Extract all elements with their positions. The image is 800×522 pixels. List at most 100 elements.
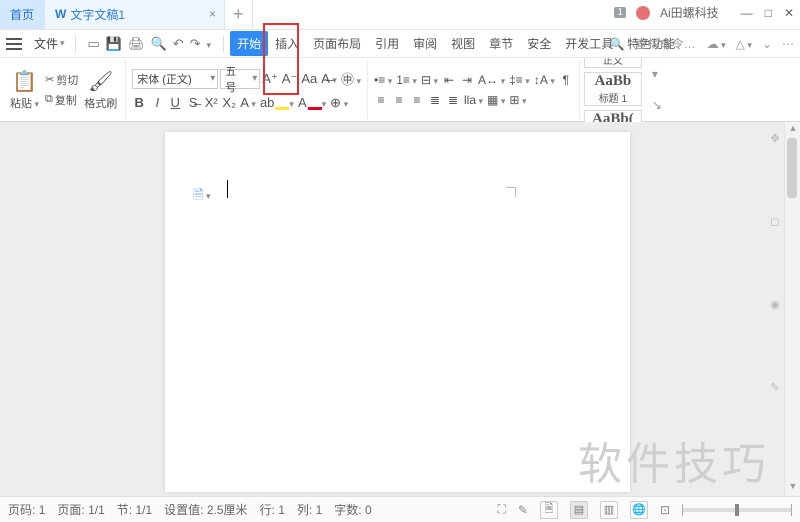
qat-print-icon[interactable]: 🖨 — [128, 36, 145, 52]
underline-button[interactable]: U — [168, 95, 182, 110]
fullscreen-icon[interactable]: ⛶ — [497, 502, 505, 517]
tab-sections[interactable]: 章节 — [482, 31, 520, 56]
side-tool-3-icon[interactable]: ◉ — [770, 298, 780, 311]
align-center-button[interactable]: ≡ — [392, 93, 406, 107]
italic-button[interactable]: I — [150, 95, 164, 110]
minimize-button[interactable]: — — [741, 6, 753, 20]
cloud-icon[interactable]: ☁ — [707, 37, 726, 51]
scroll-up-icon[interactable]: ▲ — [785, 123, 800, 137]
borders-button[interactable]: ⊞ — [509, 93, 526, 107]
shading-button[interactable]: ▦ — [487, 93, 505, 107]
line-spacing-button[interactable]: ‡≡ — [509, 73, 530, 87]
cut-button[interactable]: ✂剪切 — [45, 72, 78, 88]
grow-font-icon[interactable]: A⁺ — [262, 71, 278, 87]
collapse-ribbon-icon[interactable]: ⌄ — [762, 37, 772, 51]
qat-redo-icon[interactable]: ↷ — [190, 36, 201, 52]
text-direction-button[interactable]: lla — [464, 93, 483, 107]
bullets-button[interactable]: •≡ — [374, 73, 392, 87]
status-row[interactable]: 行: 1 — [260, 501, 285, 518]
ribbon-launcher-icon[interactable]: ↘ — [652, 98, 662, 112]
multilevel-button[interactable]: ⊟ — [421, 73, 438, 87]
command-search[interactable]: 查找命令… — [635, 34, 697, 53]
decrease-indent-button[interactable]: ⇤ — [442, 73, 456, 87]
qat-undo-icon[interactable]: ↶ — [173, 36, 184, 52]
scroll-thumb[interactable] — [787, 138, 797, 198]
tab-page-layout[interactable]: 页面布局 — [306, 31, 368, 56]
tab-security[interactable]: 安全 — [520, 31, 558, 56]
document-page[interactable]: 🗎 — [165, 132, 630, 492]
notifications-badge[interactable]: 1 — [614, 7, 626, 18]
copy-button[interactable]: ⧉复制 — [45, 92, 78, 108]
zoom-knob[interactable] — [735, 504, 739, 516]
tab-start[interactable]: 开始 — [230, 31, 268, 56]
status-section[interactable]: 节: 1/1 — [117, 501, 152, 518]
enclose-char-button[interactable]: ⊕ — [330, 95, 348, 111]
status-word-count[interactable]: 字数: 0 — [334, 501, 371, 518]
view-web[interactable]: 🌐 — [630, 501, 648, 519]
status-col[interactable]: 列: 1 — [297, 501, 322, 518]
qat-save-icon[interactable]: 💾 — [106, 36, 122, 52]
sort-button[interactable]: ↕A — [534, 73, 555, 87]
tab-insert[interactable]: 插入 — [268, 31, 306, 56]
maximize-button[interactable]: □ — [765, 6, 772, 20]
scroll-down-icon[interactable]: ▼ — [785, 481, 800, 495]
styles-expand-icon[interactable]: ▾ — [652, 67, 662, 81]
highlight-color-button[interactable]: ab — [260, 95, 294, 110]
qat-preview-icon[interactable]: 🔍 — [151, 36, 167, 52]
font-family-combo[interactable]: 宋体 (正文) — [132, 69, 218, 89]
page-doc-icon[interactable]: 🗎 — [193, 186, 210, 208]
new-tab-button[interactable]: + — [225, 0, 253, 29]
format-painter-button[interactable]: 🖌 格式刷 — [82, 67, 119, 113]
font-color-button[interactable]: A — [298, 95, 326, 110]
side-tool-1-icon[interactable]: ✥ — [770, 132, 779, 145]
close-window-button[interactable]: ✕ — [784, 6, 794, 20]
status-setting[interactable]: 设置值: 2.5厘米 — [164, 501, 247, 518]
document-tab[interactable]: W 文字文稿1 × — [45, 0, 225, 29]
side-tool-4-icon[interactable]: ✎ — [770, 381, 779, 394]
align-right-button[interactable]: ≡ — [410, 93, 424, 107]
user-name[interactable]: Ai田螺科技 — [660, 4, 719, 21]
clear-format-icon[interactable]: A̶ — [321, 71, 337, 86]
show-marks-button[interactable]: ¶ — [559, 73, 573, 87]
strike-button[interactable]: S̶ — [186, 95, 200, 110]
zoom-fit-icon[interactable]: ⊡ — [660, 503, 670, 517]
tab-view[interactable]: 视图 — [444, 31, 482, 56]
more-icon[interactable]: ⋯ — [782, 37, 794, 51]
shrink-font-icon[interactable]: A⁻ — [282, 71, 298, 87]
font-size-combo[interactable]: 五号 — [220, 69, 260, 89]
qat-more[interactable] — [207, 36, 212, 51]
pinyin-guide-icon[interactable]: ㊥ — [341, 69, 361, 88]
change-case-icon[interactable]: Aa — [301, 71, 317, 86]
increase-indent-button[interactable]: ⇥ — [460, 73, 474, 87]
align-justify-button[interactable]: ≣ — [428, 93, 442, 107]
search-icon[interactable]: 🔍 — [610, 37, 625, 51]
numbering-button[interactable]: 1≡ — [396, 73, 417, 87]
style-heading1[interactable]: AaBb 标题 1 — [584, 72, 642, 106]
user-avatar-icon[interactable] — [636, 6, 650, 20]
vertical-scrollbar[interactable]: ▲ ▼ — [784, 122, 800, 496]
tab-references[interactable]: 引用 — [368, 31, 406, 56]
align-left-button[interactable]: ≡ — [374, 93, 388, 107]
app-menu-icon[interactable] — [6, 38, 22, 50]
bold-button[interactable]: B — [132, 95, 146, 110]
tab-review[interactable]: 审阅 — [406, 31, 444, 56]
subscript-button[interactable]: X₂ — [222, 95, 236, 110]
share-icon[interactable]: △ — [736, 37, 752, 51]
view-outline[interactable]: ▥ — [600, 501, 618, 519]
qat-open-icon[interactable]: ▭ — [88, 36, 100, 52]
view-print-layout[interactable]: 🗎 — [540, 501, 558, 519]
side-tool-2-icon[interactable]: ◻ — [770, 215, 779, 228]
status-page[interactable]: 页码: 1 — [8, 501, 45, 518]
superscript-button[interactable]: X² — [204, 95, 218, 110]
view-read-mode[interactable]: ▤ — [570, 501, 588, 519]
zoom-slider[interactable] — [682, 508, 792, 512]
status-pages[interactable]: 页面: 1/1 — [57, 501, 104, 518]
spellcheck-icon[interactable]: ✎ — [518, 503, 528, 517]
file-menu[interactable]: 文件 — [30, 35, 69, 52]
text-effects-button[interactable]: A — [240, 95, 256, 110]
align-distributed-button[interactable]: ≣ — [446, 93, 460, 107]
close-tab-icon[interactable]: × — [209, 7, 216, 21]
home-tab[interactable]: 首页 — [0, 0, 45, 29]
paste-button[interactable]: 📋 粘贴 — [8, 67, 41, 113]
char-scale-button[interactable]: A↔ — [478, 73, 505, 87]
